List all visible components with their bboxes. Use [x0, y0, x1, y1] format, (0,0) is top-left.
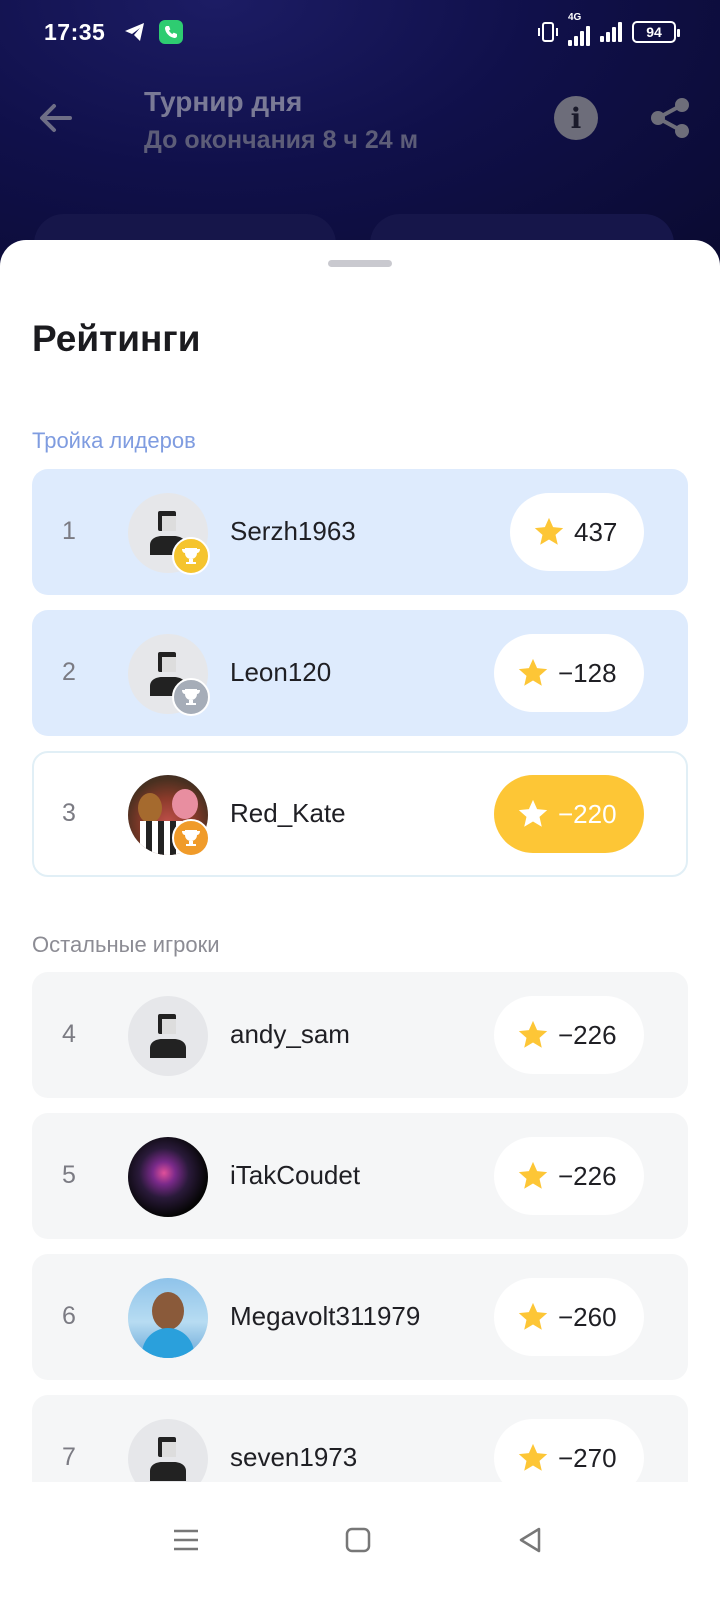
- player-name: Leon120: [230, 657, 332, 687]
- vibrate-icon: [538, 22, 558, 42]
- player-name: andy_sam: [230, 1019, 350, 1049]
- avatar: [128, 996, 208, 1076]
- star-icon: [534, 517, 564, 545]
- sheet-title: Рейтинги: [32, 318, 201, 359]
- leader-row[interactable]: 1 Serzh1963 437: [32, 469, 688, 595]
- star-icon: [518, 658, 548, 686]
- others-section-label: Остальные игроки: [32, 932, 220, 957]
- rank-number: 3: [62, 799, 76, 827]
- rank-number: 7: [62, 1443, 76, 1471]
- phone-call-icon: [159, 20, 184, 44]
- telegram-icon: [125, 23, 145, 41]
- avatar: [128, 634, 210, 716]
- avatar: [128, 493, 210, 575]
- score-badge: 437: [510, 493, 644, 571]
- default-avatar-icon: [150, 1437, 186, 1481]
- score-badge: −260: [494, 1278, 644, 1356]
- player-name: Serzh1963: [230, 516, 356, 546]
- system-navigation-bar: [0, 1482, 720, 1600]
- score-badge: −226: [494, 1137, 644, 1215]
- avatar: [128, 775, 210, 857]
- gold-trophy-icon: [172, 537, 210, 575]
- avatar: [128, 1137, 208, 1217]
- countdown-text: До окончания 8 ч 24 м: [144, 126, 419, 154]
- score-value: −128: [558, 657, 617, 688]
- status-bar: 17:35 4G 94: [0, 0, 720, 64]
- page-title: Турнир дня: [144, 86, 303, 117]
- star-icon: [518, 1020, 548, 1048]
- score-value: −226: [558, 1160, 617, 1191]
- rank-number: 4: [62, 1020, 76, 1048]
- back-triangle-icon[interactable]: [512, 1522, 548, 1558]
- default-avatar-icon: [150, 1014, 186, 1058]
- rank-number: 1: [62, 517, 76, 545]
- score-value: −220: [558, 798, 617, 829]
- rank-number: 2: [62, 658, 76, 686]
- status-time: 17:35: [44, 18, 106, 45]
- app-header: Турнир дня До окончания 8 ч 24 м i: [0, 78, 720, 168]
- battery-level: 94: [646, 24, 662, 40]
- sheet-drag-handle[interactable]: [328, 260, 392, 267]
- 4g-signal-icon: 4G: [568, 12, 590, 46]
- score-value: −270: [558, 1442, 617, 1473]
- leader-row-current-user[interactable]: 3 Red_Kate −220: [32, 751, 688, 877]
- player-row[interactable]: 4 andy_sam −226: [32, 972, 688, 1098]
- player-name: seven1973: [230, 1442, 358, 1472]
- player-name: Megavolt311979: [230, 1301, 421, 1331]
- battery-icon: 94: [632, 21, 680, 43]
- info-icon[interactable]: i: [554, 96, 598, 140]
- home-square-icon[interactable]: [340, 1522, 376, 1558]
- score-value: −260: [558, 1301, 617, 1332]
- star-icon: [518, 1302, 548, 1330]
- score-badge: −226: [494, 996, 644, 1074]
- silver-trophy-icon: [172, 678, 210, 716]
- star-icon: [518, 1161, 548, 1189]
- score-badge: −128: [494, 634, 644, 712]
- score-badge-highlighted: −220: [494, 775, 644, 853]
- share-icon[interactable]: [648, 96, 692, 140]
- rank-number: 5: [62, 1161, 76, 1189]
- player-name: iTakCoudet: [230, 1160, 361, 1190]
- night-photo-avatar: [128, 1137, 208, 1217]
- back-arrow-icon[interactable]: [34, 96, 78, 140]
- leaders-section-label: Тройка лидеров: [32, 428, 196, 453]
- score-value: 437: [574, 516, 618, 547]
- star-icon: [518, 799, 548, 827]
- signal-icon: [600, 22, 622, 42]
- avatar: [128, 1278, 208, 1358]
- leader-row[interactable]: 2 Leon120 −128: [32, 610, 688, 736]
- bronze-trophy-icon: [172, 819, 210, 857]
- menu-icon[interactable]: [168, 1522, 204, 1558]
- score-value: −226: [558, 1019, 617, 1050]
- man-photo-avatar: [128, 1278, 208, 1358]
- star-icon: [518, 1443, 548, 1471]
- rank-number: 6: [62, 1302, 76, 1330]
- player-row[interactable]: 5 iTakCoudet −226: [32, 1113, 688, 1239]
- player-name: Red_Kate: [230, 798, 346, 828]
- ratings-sheet: Рейтинги Тройка лидеров 1 Serzh1963 437 …: [0, 240, 720, 1600]
- player-row[interactable]: 6 Megavolt311979 −260: [32, 1254, 688, 1380]
